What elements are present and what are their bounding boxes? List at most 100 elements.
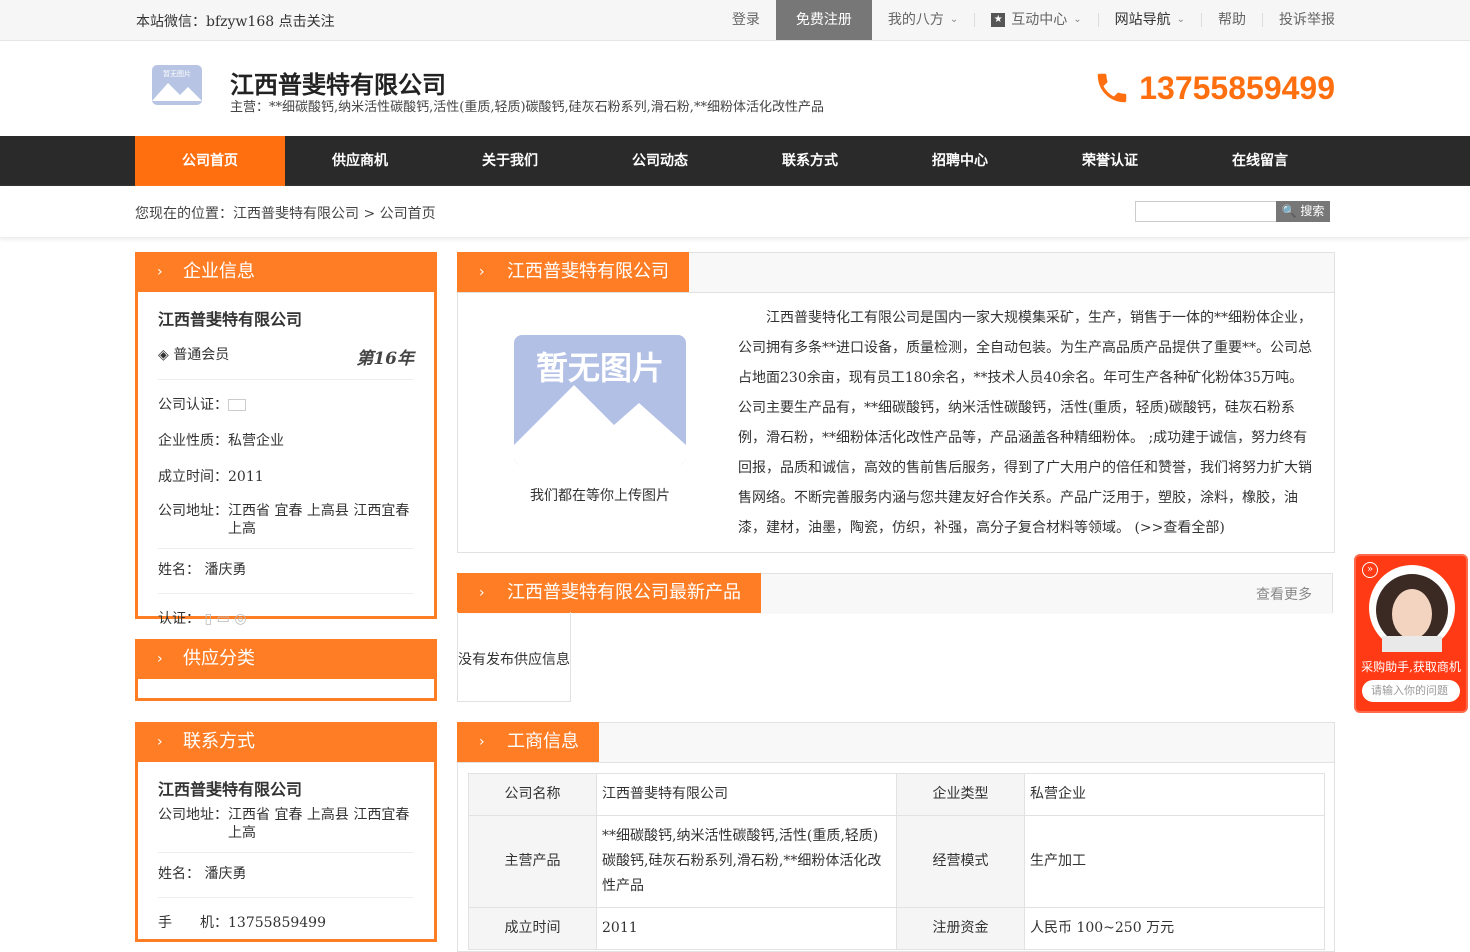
nav-honors[interactable]: 荣誉认证 xyxy=(1035,136,1185,186)
logo-text: 暂无图片 xyxy=(163,69,191,78)
business-info-box: 工商信息 公司名称江西普斐特有限公司企业类型私营企业 主营产品**细碳酸钙,纳米… xyxy=(457,722,1335,952)
assistant-avatar xyxy=(1369,565,1455,652)
help-link[interactable]: 帮助 xyxy=(1202,0,1262,40)
search-button[interactable]: 🔍 搜索 xyxy=(1276,201,1330,222)
business-info-header: 工商信息 xyxy=(457,722,1334,763)
table-value: 江西普斐特有限公司 xyxy=(596,773,897,816)
report-link[interactable]: 投诉举报 xyxy=(1263,0,1335,40)
table-row: 主营产品 **细碳酸钙,纳米活性碳酸钙,活性(重质,轻质)碳酸钙,硅灰石粉系列,滑… xyxy=(468,815,1325,908)
upload-hint: 我们都在等你上传图片 xyxy=(530,488,670,504)
address-value: 江西省 宜春 上高县 江西宜春上高 xyxy=(228,503,410,537)
search-button-label: 搜索 xyxy=(1300,204,1325,218)
phone-icon xyxy=(1097,73,1127,103)
breadcrumb: 您现在的位置：江西普斐特有限公司 > 公司首页 xyxy=(135,206,436,222)
view-more-link[interactable]: 查看更多 xyxy=(1256,584,1312,604)
nav-home[interactable]: 公司首页 xyxy=(135,136,285,186)
intro-text[interactable]: 江西普斐特化工有限公司是国内一家大规模集采矿，生产，销售于一体的**细粉体企业，… xyxy=(738,303,1316,543)
company-info-body: 江西普斐特有限公司 ◈ 普通会员 第16年 公司认证： 企业性质：私营企业 成立… xyxy=(138,292,434,642)
table-row: 成立时间 2011 注册资金 人民币 100~250 万元 xyxy=(468,907,1325,950)
chevron-down-icon: ⌄ xyxy=(949,14,959,25)
diamond-icon: ◈ xyxy=(158,347,169,363)
phone-number: 13755859499 xyxy=(1139,69,1335,106)
member-years: 第16年 xyxy=(356,349,414,369)
cert-row: 公司认证： xyxy=(158,394,414,414)
mobile-icon: ▯ xyxy=(204,611,213,627)
business-info-table: 公司名称 江西普斐特有限公司 企业类型 私营企业 主营产品 **细碳酸钙,纳米活性碳酸钙… xyxy=(468,773,1325,950)
intro-header: 江西普斐特有限公司 xyxy=(457,252,1334,293)
founded-date: 成立时间：2011 xyxy=(158,469,264,485)
site-nav-menu[interactable]: 网站导航 ⌄ xyxy=(1099,0,1201,40)
contact-box: 联系方式 江西普斐特有限公司 公司地址：江西省 宜春 上高县 江西宜春上高 姓名… xyxy=(135,722,437,942)
table-row: 公司名称 江西普斐特有限公司 企业类型 私营企业 xyxy=(468,773,1325,816)
top-nav: 登录 免费注册 我的八方 ⌄ ★ 互动中心 ⌄ 网站导航 ⌄ 帮助 投诉举报 xyxy=(716,0,1335,40)
table-key: 公司名称 xyxy=(468,773,597,816)
hotline: 13755859499 xyxy=(1093,69,1335,107)
products-header: 江西普斐特有限公司最新产品 查看更多 xyxy=(457,573,1332,614)
table-key: 注册资金 xyxy=(896,907,1025,950)
auth-row: 认证： ▯ ▭ ◎ xyxy=(158,608,414,628)
company-info-box: 企业信息 江西普斐特有限公司 ◈ 普通会员 第16年 公司认证： 企业性质：私营… xyxy=(135,252,437,627)
contact-address-label: 公司地址： xyxy=(158,807,228,823)
member-row: ◈ 普通会员 第16年 xyxy=(158,344,414,380)
no-products: 没有发布供应信息 xyxy=(457,612,571,702)
my-menu-label: 我的八方 xyxy=(887,12,944,28)
top-bar: 本站微信：bfzyw168 点击关注 登录 免费注册 我的八方 ⌄ ★ 互动中心 ⌄ … xyxy=(0,0,1470,41)
table-value: 生产加工 xyxy=(1024,815,1325,908)
member-badge: ◈ 普通会员 xyxy=(158,344,229,369)
company-nature: 企业性质：私营企业 xyxy=(158,433,284,449)
search-input[interactable] xyxy=(1135,201,1276,222)
contact-company-name: 江西普斐特有限公司 xyxy=(158,780,303,799)
supply-category-title: 供应分类 xyxy=(135,639,437,679)
assistant-input[interactable]: 请输入你的问题 xyxy=(1362,680,1460,702)
intro-box: 江西普斐特有限公司 暂无图片 我们都在等你上传图片 江西普斐特化工有限公司是国内… xyxy=(457,252,1335,553)
interact-menu[interactable]: ★ 互动中心 ⌄ xyxy=(975,0,1097,40)
intro-title: 江西普斐特有限公司 xyxy=(457,252,689,292)
main-products: 主营：**细碳酸钙,纳米活性碳酸钙,活性(重质,轻质)碳酸钙,硅灰石粉系列,滑石… xyxy=(230,100,824,115)
my-menu[interactable]: 我的八方 ⌄ xyxy=(872,0,974,40)
contact-title: 联系方式 xyxy=(135,722,437,762)
breadcrumb-bar: 您现在的位置：江西普斐特有限公司 > 公司首页 🔍 搜索 xyxy=(0,186,1470,238)
wechat-notice[interactable]: 本站微信：bfzyw168 点击关注 xyxy=(136,11,335,31)
purchase-assistant-widget[interactable]: » 采购助手,获取商机 请输入你的问题 xyxy=(1354,554,1468,713)
chevron-down-icon: ⌄ xyxy=(1073,14,1082,25)
auth-label: 认证： xyxy=(158,611,200,627)
table-value: 人民币 100~250 万元 xyxy=(1024,907,1325,950)
table-key: 企业类型 xyxy=(896,773,1025,816)
contact-body: 江西普斐特有限公司 公司地址： 江西省 宜春 上高县 江西宜春上高 姓名： 潘庆勇… xyxy=(138,762,434,946)
company-logo: 暂无图片 xyxy=(152,65,202,105)
register-button[interactable]: 免费注册 xyxy=(775,0,872,40)
nav-contact[interactable]: 联系方式 xyxy=(735,136,885,186)
company-name: 江西普斐特有限公司 xyxy=(230,71,446,99)
no-image-text: 暂无图片 xyxy=(535,349,664,387)
nav-message[interactable]: 在线留言 xyxy=(1185,136,1335,186)
products-box: 江西普斐特有限公司最新产品 查看更多 xyxy=(457,573,1333,614)
contact-mobile: 手 机：13755859499 xyxy=(158,915,326,931)
assistant-caption: 采购助手,获取商机 xyxy=(1361,660,1461,674)
table-key: 成立时间 xyxy=(468,907,597,950)
id-card-icon xyxy=(228,399,246,411)
header: 暂无图片 江西普斐特有限公司 主营：**细碳酸钙,纳米活性碳酸钙,活性(重质,轻… xyxy=(0,41,1470,136)
contact-person: 姓名： 潘庆勇 xyxy=(158,863,414,898)
member-level: 普通会员 xyxy=(173,347,230,363)
wechat-icon: ◎ xyxy=(234,611,247,627)
contact-address-value: 江西省 宜春 上高县 江西宜春上高 xyxy=(228,807,410,841)
nav-supply[interactable]: 供应商机 xyxy=(285,136,435,186)
id-card-icon: ▭ xyxy=(216,611,230,627)
nav-jobs[interactable]: 招聘中心 xyxy=(885,136,1035,186)
table-value: 私营企业 xyxy=(1024,773,1325,816)
login-link[interactable]: 登录 xyxy=(716,0,776,40)
interact-menu-label: 互动中心 xyxy=(1011,12,1068,28)
address-label: 公司地址： xyxy=(158,503,228,519)
contact-name: 姓名： 潘庆勇 xyxy=(158,559,414,594)
table-key: 主营产品 xyxy=(468,815,597,908)
star-icon: ★ xyxy=(991,13,1006,27)
no-image-placeholder: 暂无图片 xyxy=(514,335,686,465)
products-title: 江西普斐特有限公司最新产品 xyxy=(457,573,761,613)
chevron-down-icon: ⌄ xyxy=(1176,14,1185,25)
cert-label: 公司认证： xyxy=(158,397,228,413)
supply-category-box: 供应分类 xyxy=(135,639,437,701)
site-nav-label: 网站导航 xyxy=(1114,12,1171,28)
nav-about[interactable]: 关于我们 xyxy=(435,136,585,186)
address-row: 公司地址： 江西省 宜春 上高县 江西宜春上高 xyxy=(158,502,414,549)
nav-news[interactable]: 公司动态 xyxy=(585,136,735,186)
